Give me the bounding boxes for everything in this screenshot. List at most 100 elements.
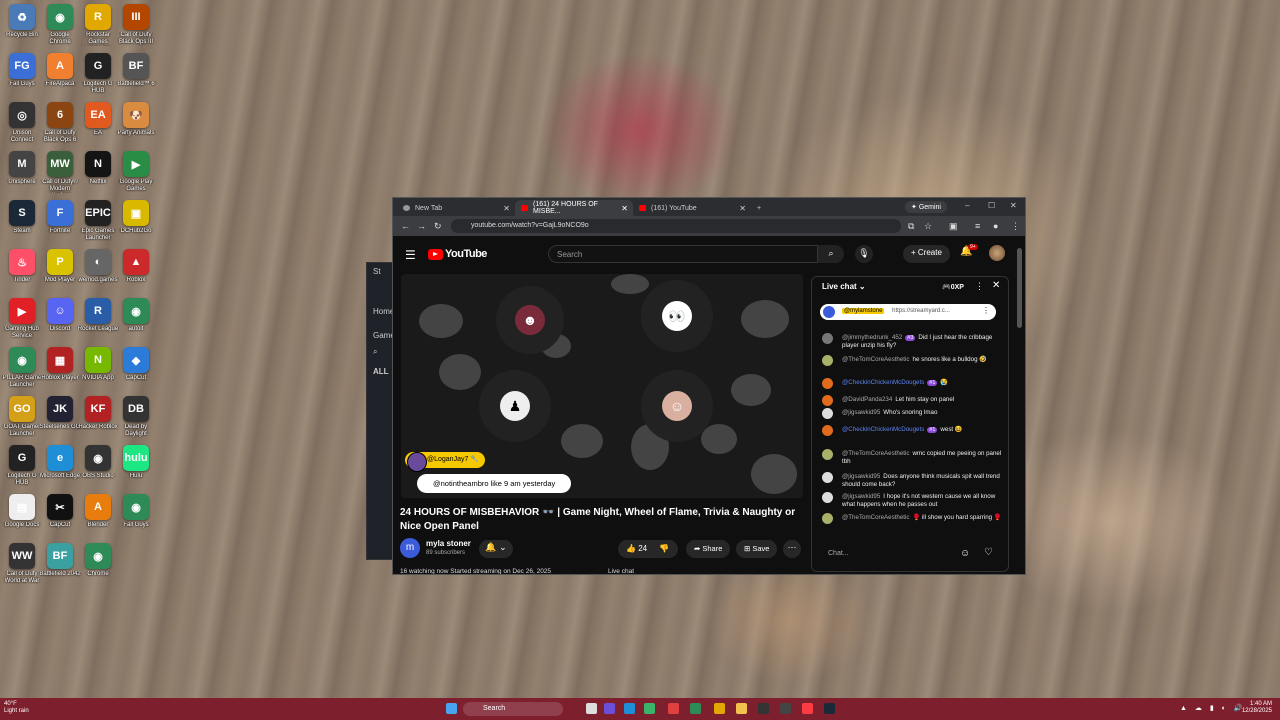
star-icon[interactable]: ☆ <box>924 221 932 232</box>
back-button[interactable]: ← <box>401 221 410 231</box>
desktop-icon[interactable]: ▶ Google Play Games <box>118 151 154 197</box>
side-item[interactable]: ALL <box>373 367 389 376</box>
pinned-link[interactable]: https://streamyard.c... <box>892 308 950 314</box>
tab-new-tab[interactable]: New Tab ✕ <box>397 200 515 216</box>
desktop-icon[interactable]: N Netflix <box>80 151 116 197</box>
more-icon[interactable]: ⋯ <box>783 540 801 558</box>
tab-youtube-live[interactable]: (161) 24 HOURS OF MISBE... ✕ <box>515 200 633 216</box>
desktop-icon[interactable]: R Rockstar Games Launcher <box>80 4 116 50</box>
desktop-icon[interactable]: ◉ Google Chrome <box>42 4 78 50</box>
live-chat-dropdown[interactable]: Live chat ⌄ <box>822 282 866 291</box>
close-icon[interactable]: ✕ <box>621 204 628 213</box>
participant-tile[interactable]: ♟ <box>479 370 551 442</box>
share-button[interactable]: ➦ Share <box>686 540 731 558</box>
participant-tile[interactable]: ☺ <box>641 370 713 442</box>
desktop-icon[interactable]: WW Call of Duty World at War <box>4 543 40 589</box>
desktop-icon[interactable]: ▶ Gaming Hub Service <box>4 298 40 344</box>
chat-author[interactable]: @TheTomCoreAesthetic <box>842 356 910 363</box>
desktop-icon[interactable]: EPIC Epic Games Launcher <box>80 200 116 246</box>
desktop-icon[interactable]: 🐶 Party Animals <box>118 102 154 148</box>
close-icon[interactable]: ✕ <box>992 280 1000 291</box>
menu-icon[interactable]: ☰ <box>405 248 416 262</box>
chat-author[interactable]: @TheTomCoreAesthetic <box>842 514 910 521</box>
forward-button[interactable]: → <box>417 221 426 231</box>
chrome-icon[interactable] <box>690 703 701 714</box>
subscribe-bell-button[interactable]: 🔔 ⌄ <box>479 540 513 558</box>
app-icon[interactable] <box>780 703 791 714</box>
desktop-icon[interactable]: ▲ Roblox <box>118 249 154 295</box>
pinned-message[interactable]: @mylamstone https://streamyard.c... ⋮ <box>820 304 996 320</box>
app-icon[interactable] <box>668 703 679 714</box>
scrollbar[interactable] <box>1017 248 1022 328</box>
desktop-icon[interactable]: ▤ Google Docs <box>4 494 40 540</box>
taskbar-search[interactable]: Search <box>463 702 563 716</box>
search-input[interactable]: Search <box>548 245 818 263</box>
desktop-icon[interactable]: EA EA <box>80 102 116 148</box>
chat-author[interactable]: @jigsawkid95 <box>842 409 880 416</box>
thumbs-down-icon[interactable]: 👎 <box>659 544 669 553</box>
menu-icon[interactable]: ⋮ <box>1011 221 1020 232</box>
extensions-icon[interactable]: ▣ <box>949 221 958 232</box>
gemini-button[interactable]: ✦ Gemini <box>905 201 947 213</box>
windows-start-icon[interactable] <box>446 703 457 714</box>
url-input[interactable]: youtube.com/watch?v=GajL9oNCO9o <box>451 219 901 233</box>
desktop-icon[interactable]: ✂ CapCut <box>42 494 78 540</box>
save-button[interactable]: ⊞ Save <box>736 540 778 558</box>
desktop-icon[interactable]: ▣ DCHub2Go <box>118 200 154 246</box>
reload-button[interactable]: ↻ <box>434 221 442 232</box>
desktop-icon[interactable]: ◉ PILLAR Game Launcher <box>3 347 41 393</box>
task-view-icon[interactable] <box>586 703 597 714</box>
desktop-icon[interactable]: A FireAlpaca <box>42 53 78 99</box>
like-button[interactable]: 👍 24 👎 <box>618 540 678 558</box>
desktop-icon[interactable]: ♨ Tinder <box>4 249 40 295</box>
desktop-icon[interactable]: ☺ Discord <box>42 298 78 344</box>
desktop-icon[interactable]: ◉ Chrome <box>80 543 116 589</box>
heart-icon[interactable]: ♡ <box>984 547 993 558</box>
desktop-icon[interactable]: GO GOAT Gamer Launcher <box>4 396 40 442</box>
app-icon[interactable] <box>714 703 725 714</box>
steam-icon[interactable] <box>824 703 835 714</box>
profile-icon[interactable]: ● <box>993 221 998 231</box>
reading-list-icon[interactable]: ≡ <box>975 221 980 231</box>
avatar[interactable] <box>989 245 1005 261</box>
app-icon[interactable] <box>758 703 769 714</box>
desktop-icon[interactable]: DB Dead by Daylight <box>118 396 154 442</box>
desktop-icon[interactable]: III Call of Duty Black Ops III <box>118 4 154 50</box>
weather-widget[interactable]: 40°F Light rain <box>4 701 29 715</box>
tab-youtube[interactable]: (161) YouTube ✕ <box>633 200 751 216</box>
microphone-icon[interactable]: 🎙 <box>855 245 873 263</box>
description-preview[interactable]: 16 watching now Started streaming on Dec… <box>400 568 600 574</box>
desktop-icon[interactable]: ◐ wemod.games <box>78 249 118 295</box>
desktop-icon[interactable]: F Fortnite <box>42 200 78 246</box>
music-icon[interactable] <box>802 703 813 714</box>
desktop-icon[interactable]: P Mod Player <box>42 249 78 295</box>
maximize-button[interactable]: ☐ <box>988 201 995 210</box>
close-window-button[interactable]: ✕ <box>1010 201 1017 210</box>
desktop-icon[interactable]: 6 Call of Duty Black Ops 6 <box>42 102 78 148</box>
participant-tile[interactable]: 👀 <box>641 280 713 352</box>
desktop-icon[interactable]: ◉ OBS Studio <box>80 445 116 491</box>
desktop-icon[interactable]: FG Fall Guys <box>4 53 40 99</box>
create-button[interactable]: + Create <box>903 245 950 263</box>
close-icon[interactable]: ✕ <box>739 204 746 213</box>
new-tab-button[interactable]: + <box>751 200 771 216</box>
desktop-icon[interactable]: R Rocket League <box>78 298 118 344</box>
youtube-logo[interactable]: YouTube <box>428 248 487 260</box>
desktop-icon[interactable]: ▦ Roblox Player <box>41 347 79 393</box>
edge-icon[interactable] <box>624 703 635 714</box>
chat-author[interactable]: @DavidPanda234 <box>842 396 892 403</box>
desktop-icon[interactable]: ♻ Recycle Bin <box>4 4 40 50</box>
chat-author[interactable]: @jigsawkid95 <box>842 493 880 500</box>
channel-avatar[interactable]: m <box>400 538 420 558</box>
desktop-icon[interactable]: MW Call of Duty® Modern Warfare <box>42 151 78 197</box>
desktop-icon[interactable]: BF Battlefield 2042 <box>39 543 81 589</box>
search-icon[interactable]: ⌕ <box>373 347 377 357</box>
cast-icon[interactable]: ⧉ <box>908 221 914 232</box>
desktop-icon[interactable]: M Unisphere <box>4 151 40 197</box>
desktop-icon[interactable]: S Steam <box>4 200 40 246</box>
desktop-icon[interactable]: ◉ Fall Guys <box>118 494 154 540</box>
participant-tile[interactable]: ☻ <box>496 286 564 354</box>
desktop-icon[interactable]: BF Battlefield™ 6 <box>117 53 155 99</box>
desktop-icon[interactable]: A Blender <box>80 494 116 540</box>
desktop-icon[interactable]: N NVIDIA App <box>80 347 116 393</box>
